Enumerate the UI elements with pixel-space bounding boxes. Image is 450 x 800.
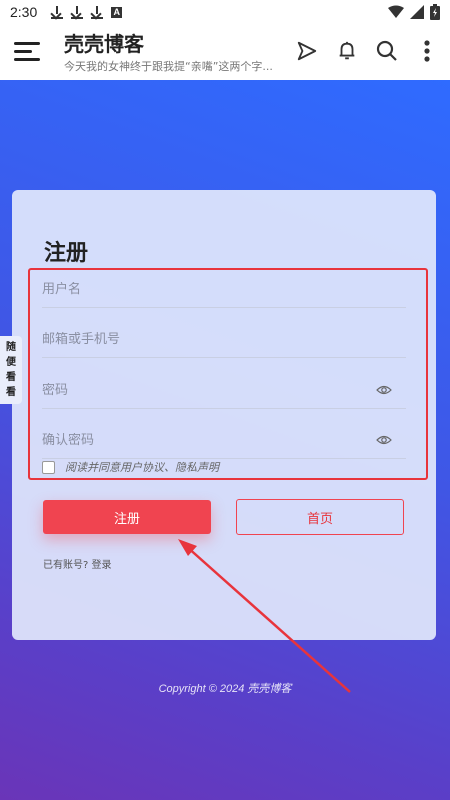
side-tab-char: 随 xyxy=(6,342,16,353)
bell-icon[interactable] xyxy=(334,38,360,64)
password-field-row xyxy=(42,373,406,409)
password-input[interactable] xyxy=(42,383,406,398)
side-tab-char: 看 xyxy=(6,372,16,383)
send-icon[interactable] xyxy=(294,38,320,64)
app-header: 壳壳博客 今天我的女神终于跟我提“亲嘴”这两个字... xyxy=(0,24,450,80)
eye-icon[interactable] xyxy=(376,384,392,396)
agreement-text[interactable]: 阅读并同意用户协议、隐私声明 xyxy=(65,459,219,475)
menu-icon[interactable] xyxy=(14,41,40,63)
side-tab-char: 便 xyxy=(6,357,16,368)
status-time: 2:30 xyxy=(10,4,38,20)
home-button[interactable]: 首页 xyxy=(236,499,404,535)
register-card: 注册 阅读并同意用户协议、隐私声明 注册 首页 已有账号? 登录 xyxy=(12,190,436,640)
confirm-password-input[interactable] xyxy=(42,433,406,448)
username-field-row xyxy=(42,272,406,308)
site-title[interactable]: 壳壳博客 xyxy=(64,32,273,56)
login-link[interactable]: 已有账号? 登录 xyxy=(43,556,112,571)
announcement-marquee[interactable]: 今天我的女神终于跟我提“亲嘴”这两个字... xyxy=(64,59,273,75)
email-field-row xyxy=(42,322,406,358)
confirm-password-field-row xyxy=(42,423,406,459)
accessibility-icon: A xyxy=(111,6,123,18)
wifi-icon xyxy=(388,5,404,18)
battery-icon xyxy=(430,4,440,20)
agreement-row: 阅读并同意用户协议、隐私声明 xyxy=(42,459,219,475)
download-icon xyxy=(71,5,84,19)
eye-icon[interactable] xyxy=(376,434,392,446)
download-icon xyxy=(91,5,104,19)
email-or-phone-input[interactable] xyxy=(42,332,406,347)
random-browse-tab[interactable]: 随 便 看 看 xyxy=(0,336,22,404)
agreement-checkbox[interactable] xyxy=(42,460,55,474)
copyright-text: Copyright © 2024 壳壳博客 xyxy=(158,683,292,695)
side-tab-char: 看 xyxy=(6,387,16,398)
more-vertical-icon[interactable] xyxy=(414,38,440,64)
download-icon xyxy=(51,5,64,19)
status-bar: 2:30 A xyxy=(0,0,450,24)
signal-icon xyxy=(410,5,424,19)
username-input[interactable] xyxy=(42,282,406,297)
search-icon[interactable] xyxy=(374,38,400,64)
register-button[interactable]: 注册 xyxy=(43,500,211,534)
form-title: 注册 xyxy=(44,241,89,266)
